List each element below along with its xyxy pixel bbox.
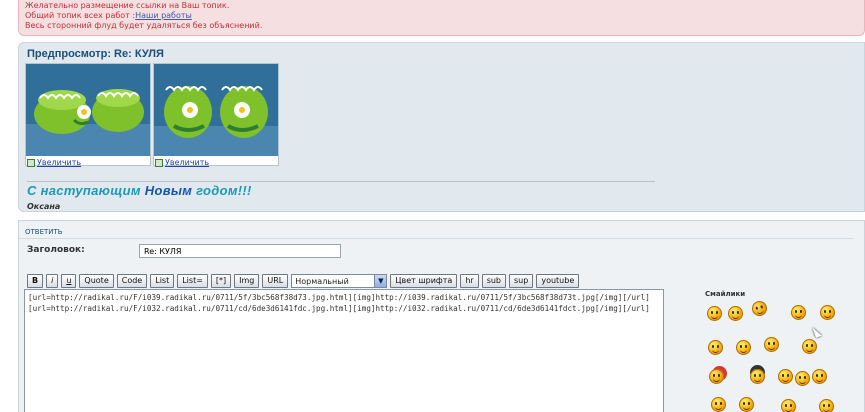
mouse-cursor-icon xyxy=(812,325,822,338)
greeting-word-2: наступающим xyxy=(40,183,141,198)
underline-button[interactable]: u xyxy=(61,274,77,288)
sub-button[interactable]: sub xyxy=(481,274,507,288)
hr-button[interactable]: hr xyxy=(460,274,479,288)
notice-line-1: Желательно размещение ссылки на Ваш топи… xyxy=(25,1,230,10)
font-size-select[interactable]: Нормальный ▼ xyxy=(291,274,388,288)
tongue-icon[interactable] xyxy=(802,339,817,354)
enlarge-link-1[interactable]: Увеличить xyxy=(27,157,81,168)
enlarge-label-1[interactable]: Увеличить xyxy=(37,158,81,167)
img-button[interactable]: Img xyxy=(234,274,260,288)
notice-line-2-prefix: Общий топик всех работ : xyxy=(25,11,136,20)
enlarge-icon xyxy=(27,158,35,167)
italic-button[interactable]: i xyxy=(46,274,59,288)
duck-icon[interactable] xyxy=(764,337,779,352)
url-button[interactable]: URL xyxy=(262,274,289,288)
grin-icon[interactable] xyxy=(791,305,806,320)
reply-header: ответить xyxy=(19,221,854,239)
cool-icon[interactable] xyxy=(708,340,723,355)
angry-icon[interactable] xyxy=(739,397,754,412)
baby-shoes-thumbnail-2[interactable] xyxy=(153,63,279,166)
pirate-icon[interactable] xyxy=(750,369,765,384)
clown-icon[interactable] xyxy=(709,369,724,384)
quote-button[interactable]: Quote xyxy=(79,274,114,288)
enlarge-link-2[interactable]: Увеличить xyxy=(155,157,209,168)
enlarge-label-2[interactable]: Увеличить xyxy=(165,158,209,167)
signature-divider xyxy=(27,181,655,182)
youtube-button[interactable]: youtube xyxy=(536,274,580,288)
forum-notice: Желательно размещение ссылки на Ваш топи… xyxy=(18,0,865,36)
ordered-list-button[interactable]: List= xyxy=(177,274,208,288)
bold-button[interactable]: B xyxy=(27,274,44,288)
list-button[interactable]: List xyxy=(150,274,175,288)
signature-greeting: С наступающим Новым годом!!! xyxy=(27,183,252,198)
font-color-button[interactable]: Цвет шрифта xyxy=(390,274,458,288)
list-item-button[interactable]: [*] xyxy=(210,274,232,288)
baby-shoes-thumbnail-1[interactable] xyxy=(25,63,151,166)
smile-icon[interactable] xyxy=(707,306,722,321)
crowd-icon[interactable] xyxy=(778,369,793,384)
greeting-word-3: Новым xyxy=(144,183,193,198)
code-button[interactable]: Code xyxy=(116,274,148,288)
jester-icon[interactable] xyxy=(750,299,769,318)
wink-icon[interactable] xyxy=(820,305,835,320)
sup-button[interactable]: sup xyxy=(509,274,534,288)
notice-line-2: Общий топик всех работ :Наши работы xyxy=(25,11,858,21)
message-textarea[interactable]: [url=http://radikal.ru/F/i039.radikal.ru… xyxy=(24,289,664,412)
mail-icon[interactable] xyxy=(819,399,834,412)
signature-author: Оксана xyxy=(27,202,61,211)
chevron-down-icon[interactable]: ▼ xyxy=(374,275,387,287)
enlarge-icon xyxy=(155,158,163,167)
subject-input[interactable] xyxy=(139,244,341,258)
smilies-title: Смайлики xyxy=(705,290,746,298)
sign-icon[interactable] xyxy=(781,399,796,412)
font-size-value: Нормальный xyxy=(295,276,349,286)
subject-label: Заголовок: xyxy=(27,245,85,255)
notice-line-3: Весь сторонний флуд будет удаляться без … xyxy=(25,21,263,30)
preview-title: Предпросмотр: Re: КУЛЯ xyxy=(27,48,164,60)
reply-form: ответить Заголовок: B i u Quote Code Lis… xyxy=(18,220,865,412)
bbcode-toolbar: B i u Quote Code List List= [*] Img URL … xyxy=(27,274,580,288)
angry-icon[interactable] xyxy=(711,397,726,412)
happy-icon[interactable] xyxy=(736,340,751,355)
crowd-icon[interactable] xyxy=(795,371,810,386)
greeting-word-1: С xyxy=(27,183,37,198)
greeting-word-4: годом!!! xyxy=(196,183,252,198)
laugh-icon[interactable] xyxy=(728,306,743,321)
crowd-icon[interactable] xyxy=(812,369,827,384)
our-works-link[interactable]: Наши работы xyxy=(135,11,192,20)
reply-header-label: ответить xyxy=(25,228,63,236)
post-preview: Предпросмотр: Re: КУЛЯ Увеличить Увеличи… xyxy=(18,42,865,212)
